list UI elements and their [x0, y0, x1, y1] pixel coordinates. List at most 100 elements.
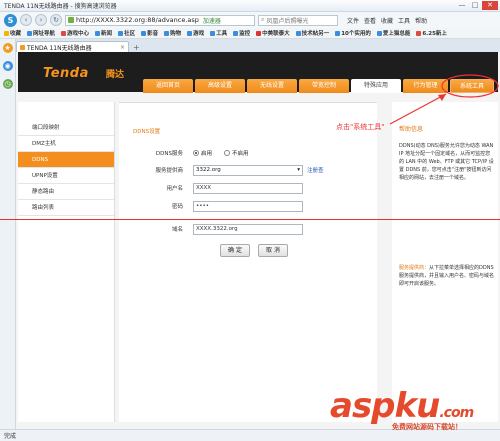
- search-input[interactable]: 凤凰卢后照曝光: [266, 16, 308, 25]
- sogou-logo-icon[interactable]: S: [4, 13, 17, 27]
- help-text: DDNS(动态 DNS)服务允许您为动态 WAN IP 地址分配一个固定域名，从…: [399, 143, 494, 181]
- favorites-bar: 收藏 网址导航 游戏中心 新闻 社区 影音 购物 游戏 工具 监控 中美联泰大 …: [0, 28, 500, 39]
- username-label: 用户名: [166, 186, 183, 192]
- star-icon[interactable]: ★: [2, 43, 13, 53]
- favorite-item[interactable]: 6.25新上: [416, 29, 447, 37]
- password-label: 密码: [171, 204, 183, 210]
- menu-file[interactable]: 文件: [347, 16, 359, 25]
- window-title: TENDA 11N无线路由器 - 搜狗高速浏览器: [4, 3, 117, 10]
- link-icon: [187, 30, 193, 36]
- menu-route-table[interactable]: 路由列表: [18, 200, 114, 216]
- favorite-item[interactable]: 游戏: [187, 29, 204, 37]
- back-arrow-icon[interactable]: ‹: [20, 14, 32, 26]
- minimize-button[interactable]: —: [456, 1, 468, 10]
- nav-special[interactable]: 特殊应用: [351, 79, 401, 93]
- nav-wireless[interactable]: 无线设置: [247, 79, 297, 93]
- nav-bandwidth[interactable]: 带宽控制: [299, 79, 349, 93]
- username-row: 用户名 XXXX: [119, 182, 377, 194]
- enable-label: 启用: [201, 151, 213, 157]
- favorite-item[interactable]: 技术帖另一: [295, 29, 329, 37]
- link-icon: [61, 30, 67, 36]
- search-icon: ⌕: [261, 16, 265, 23]
- nav-advanced[interactable]: 高级设置: [195, 79, 245, 93]
- status-text: 完成: [4, 433, 17, 440]
- nav-system-tools[interactable]: 系统工具: [450, 79, 494, 93]
- password-input[interactable]: ••••: [193, 200, 303, 212]
- page-icon: [68, 17, 74, 23]
- section-title: DDNS设置: [133, 129, 161, 135]
- globe-icon[interactable]: ◉: [2, 61, 13, 71]
- menu-ddns[interactable]: DDNS: [18, 152, 114, 168]
- star-icon: [4, 30, 9, 36]
- url-text[interactable]: http://XXXX.3322.org:88/advance.asp: [76, 16, 199, 24]
- ddns-service-label: DDNS服务: [155, 151, 183, 157]
- refresh-icon[interactable]: ↻: [50, 14, 62, 26]
- accelerator-badge[interactable]: 加速器: [203, 16, 221, 25]
- favorite-item[interactable]: 社区: [118, 29, 135, 37]
- menu-static-route[interactable]: 静态路由: [18, 184, 114, 200]
- menu-help[interactable]: 帮助: [415, 16, 427, 25]
- window-controls: — □ ✕: [456, 1, 498, 10]
- search-box[interactable]: ⌕ 凤凰卢后照曝光: [258, 14, 338, 26]
- annotation-text: 点击"系统工具": [336, 123, 385, 131]
- link-icon: [416, 30, 422, 36]
- menu-upnp[interactable]: UPNP设置: [18, 168, 114, 184]
- address-toolbar: S ‹ › ↻ http://XXXX.3322.org:88/advance.…: [0, 12, 500, 28]
- cancel-button[interactable]: 取 消: [258, 244, 288, 257]
- ddns-service-row: DDNS服务 启用 不启用: [119, 147, 377, 159]
- provider-value: 3322.org: [196, 166, 221, 173]
- favorite-item[interactable]: 爱上猫总能: [376, 29, 410, 37]
- favorite-item[interactable]: 监控: [233, 29, 250, 37]
- page-content: Tenda 腾达 返回首页 高级设置 无线设置 带宽控制 特殊应用 行为管理 系…: [16, 52, 500, 429]
- maximize-button[interactable]: □: [469, 1, 481, 10]
- browser-title-bar: TENDA 11N无线路由器 - 搜狗高速浏览器 — □ ✕: [0, 0, 500, 12]
- new-tab-icon[interactable]: +: [133, 43, 140, 52]
- disable-radio[interactable]: [224, 150, 231, 156]
- tenda-logo: Tenda: [43, 66, 89, 81]
- favorite-item[interactable]: 游戏中心: [61, 29, 89, 37]
- favorite-item[interactable]: 工具: [210, 29, 227, 37]
- link-icon: [233, 30, 239, 36]
- help-title: 帮助信息: [399, 126, 424, 133]
- link-icon: [27, 30, 33, 36]
- link-icon: [335, 30, 341, 36]
- favorite-item[interactable]: 收藏: [4, 29, 21, 37]
- enable-radio[interactable]: [193, 150, 199, 156]
- favorite-item[interactable]: 网址导航: [27, 29, 55, 37]
- menu-favorites[interactable]: 收藏: [381, 16, 393, 25]
- menu-tools[interactable]: 工具: [398, 16, 410, 25]
- forward-arrow-icon[interactable]: ›: [35, 14, 47, 26]
- provider-select[interactable]: 3322.org ▾: [193, 164, 303, 176]
- menu-port-mapping[interactable]: 端口段映射: [18, 120, 114, 136]
- favorite-item[interactable]: 中美联泰大: [256, 29, 290, 37]
- ok-button[interactable]: 确 定: [220, 244, 250, 257]
- favorite-item[interactable]: 购物: [164, 29, 181, 37]
- watermark-logo: aspku.com: [330, 386, 474, 426]
- tenda-logo-cn: 腾达: [106, 70, 125, 80]
- username-input[interactable]: XXXX: [193, 182, 303, 194]
- help-panel: 帮助信息 DDNS(动态 DNS)服务允许您为动态 WAN IP 地址分配一个固…: [392, 102, 498, 422]
- menu-dmz[interactable]: DMZ主机: [18, 136, 114, 152]
- favorite-item[interactable]: 影音: [141, 29, 158, 37]
- nav-behavior[interactable]: 行为管理: [403, 79, 448, 93]
- domain-input[interactable]: XXXX.3322.org: [193, 223, 303, 235]
- provider-row: 服务提供商 3322.org ▾ 注册查: [119, 164, 377, 176]
- clock-icon[interactable]: ◷: [2, 79, 13, 89]
- link-icon: [295, 30, 301, 36]
- close-button[interactable]: ✕: [482, 1, 498, 10]
- link-icon: [210, 30, 216, 36]
- router-header: Tenda 腾达 返回首页 高级设置 无线设置 带宽控制 特殊应用 行为管理 系…: [18, 52, 498, 93]
- tab-label: TENDA 11N无线路由器: [27, 44, 92, 52]
- tab-close-icon[interactable]: ×: [120, 44, 125, 51]
- menu-bar: 文件 查看 收藏 工具 帮助: [347, 16, 427, 25]
- favorite-item[interactable]: 新闻: [95, 29, 112, 37]
- nav-home[interactable]: 返回首页: [143, 79, 193, 93]
- link-icon: [95, 30, 101, 36]
- address-bar[interactable]: http://XXXX.3322.org:88/advance.asp 加速器: [65, 14, 255, 26]
- domain-label: 域名: [171, 227, 183, 233]
- favorite-item[interactable]: 10个实用的: [335, 29, 371, 37]
- tab-tenda[interactable]: TENDA 11N无线路由器 ×: [16, 41, 129, 52]
- menu-view[interactable]: 查看: [364, 16, 376, 25]
- link-icon: [376, 30, 382, 36]
- register-link[interactable]: 注册查: [307, 166, 324, 174]
